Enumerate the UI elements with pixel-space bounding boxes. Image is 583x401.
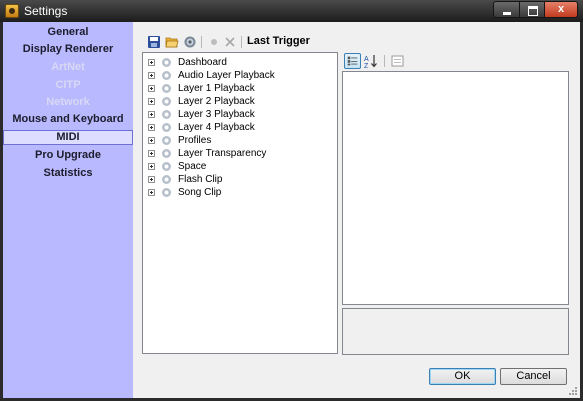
tree-node-label: Flash Clip: [178, 174, 223, 185]
expand-icon[interactable]: [148, 189, 155, 196]
tree-node-dashboard[interactable]: Dashboard: [148, 56, 333, 69]
tree-node-space[interactable]: Space: [148, 160, 333, 173]
tree-node-label: Song Clip: [178, 187, 222, 198]
gear-icon: [162, 188, 171, 197]
close-button[interactable]: x: [544, 1, 578, 18]
tree-node-layer-transparency[interactable]: Layer Transparency: [148, 147, 333, 160]
expand-icon[interactable]: [148, 72, 155, 79]
tree-node-label: Layer 4 Playback: [178, 122, 255, 133]
property-description-panel: [342, 308, 569, 355]
tree-node-profiles[interactable]: Profiles: [148, 134, 333, 147]
gear-icon: [162, 71, 171, 80]
maximize-button[interactable]: [519, 1, 545, 18]
gear-icon: [162, 136, 171, 145]
cancel-button[interactable]: Cancel: [500, 368, 567, 385]
property-grid[interactable]: [342, 71, 569, 305]
tree-node-label: Audio Layer Playback: [178, 70, 275, 81]
expand-icon[interactable]: [148, 85, 155, 92]
sidebar-item-network: Network: [46, 96, 90, 108]
expand-icon[interactable]: [148, 98, 155, 105]
gear-icon: [162, 175, 171, 184]
gear-icon: [162, 84, 171, 93]
expand-icon[interactable]: [148, 176, 155, 183]
tree-node-flash-clip[interactable]: Flash Clip: [148, 173, 333, 186]
tree-node-label: Layer 1 Playback: [178, 83, 255, 94]
settings-sidebar: General Display Renderer ArtNet CITP Net…: [3, 22, 133, 398]
window-title: Settings: [24, 4, 68, 18]
tree-node-label: Space: [178, 161, 207, 172]
tree-node-layer-4-playback[interactable]: Layer 4 Playback: [148, 121, 333, 134]
expand-icon[interactable]: [148, 59, 155, 66]
sidebar-item-display-renderer[interactable]: Display Renderer: [3, 42, 133, 57]
gear-icon: [162, 149, 171, 158]
close-icon: x: [557, 3, 565, 15]
sidebar-item-mouse-and-keyboard[interactable]: Mouse and Keyboard: [3, 112, 133, 127]
expand-icon[interactable]: [148, 124, 155, 131]
resize-grip-icon[interactable]: [568, 386, 578, 396]
tree-node-label: Layer Transparency: [178, 148, 267, 159]
svg-text:A: A: [364, 56, 369, 63]
minimize-button[interactable]: [493, 1, 520, 18]
title-bar[interactable]: Settings x: [0, 0, 583, 22]
settings-window: Settings x General Display Renderer ArtN…: [0, 0, 583, 401]
tree-node-song-clip[interactable]: Song Clip: [148, 186, 333, 199]
gear-icon: [162, 110, 171, 119]
toolbar-separator: [241, 36, 242, 48]
toolbar-separator: [384, 55, 385, 67]
gear-icon[interactable]: [183, 35, 197, 49]
expand-icon[interactable]: [148, 137, 155, 144]
sort-alphabetical-icon[interactable]: A Z: [362, 53, 379, 69]
sidebar-item-statistics[interactable]: Statistics: [3, 166, 133, 181]
property-pages-icon[interactable]: [389, 53, 406, 69]
save-icon[interactable]: [147, 35, 161, 49]
sidebar-item-pro-upgrade[interactable]: Pro Upgrade: [3, 148, 133, 163]
tree-node-label: Dashboard: [178, 57, 227, 68]
gear-icon: [162, 97, 171, 106]
sidebar-item-midi[interactable]: MIDI: [3, 130, 133, 145]
midi-toolbar: Last Trigger: [143, 34, 443, 50]
tree-node-layer-3-playback[interactable]: Layer 3 Playback: [148, 108, 333, 121]
app-icon: [5, 4, 19, 18]
categorized-icon[interactable]: [344, 53, 361, 69]
toolbar-separator: [201, 36, 202, 48]
tree-node-label: Layer 2 Playback: [178, 96, 255, 107]
dialog-body: General Display Renderer ArtNet CITP Net…: [3, 22, 580, 398]
sidebar-item-citp: CITP: [55, 79, 81, 91]
expand-icon[interactable]: [148, 150, 155, 157]
tree-node-layer-1-playback[interactable]: Layer 1 Playback: [148, 82, 333, 95]
midi-mapping-tree[interactable]: Dashboard Audio Layer Playback Layer 1 P…: [142, 52, 338, 354]
open-folder-icon[interactable]: [165, 35, 179, 49]
gear-icon: [162, 58, 171, 67]
gear-icon: [162, 123, 171, 132]
sidebar-item-general[interactable]: General: [3, 25, 133, 40]
last-trigger-label: Last Trigger: [247, 35, 310, 47]
tree-node-audio-layer-playback[interactable]: Audio Layer Playback: [148, 69, 333, 82]
expand-icon[interactable]: [148, 163, 155, 170]
ok-button[interactable]: OK: [429, 368, 496, 385]
tree-node-label: Layer 3 Playback: [178, 109, 255, 120]
gear-icon: [162, 162, 171, 171]
sidebar-item-artnet: ArtNet: [51, 61, 85, 73]
svg-text:Z: Z: [364, 63, 369, 69]
record-icon[interactable]: [207, 35, 221, 49]
tree-node-label: Profiles: [178, 135, 212, 146]
delete-icon[interactable]: [223, 35, 237, 49]
expand-icon[interactable]: [148, 111, 155, 118]
tree-node-layer-2-playback[interactable]: Layer 2 Playback: [148, 95, 333, 108]
property-grid-toolbar: A Z: [342, 52, 568, 70]
